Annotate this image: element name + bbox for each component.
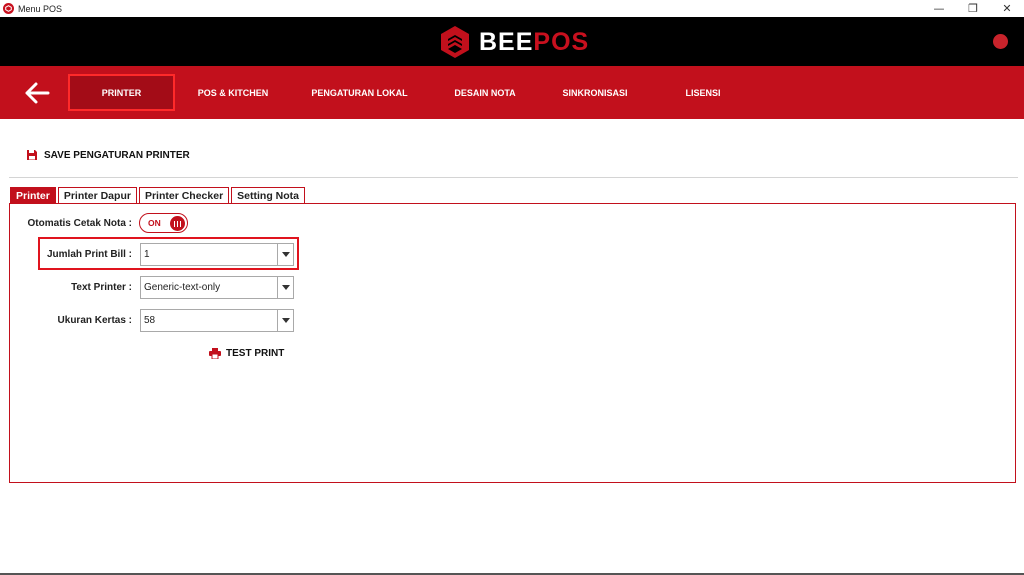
nav-printer[interactable]: PRINTER (68, 74, 175, 111)
text-printer-label: Text Printer : (71, 282, 132, 293)
arrow-left-icon (25, 82, 50, 104)
toggle-knob-icon (170, 216, 185, 231)
text-printer-value: Generic-text-only (144, 282, 221, 293)
beepos-logo: BEE POS (439, 24, 589, 60)
beepos-hexagon-icon (441, 26, 469, 58)
nav-pengaturan-lokal[interactable]: PENGATURAN LOKAL (301, 66, 418, 119)
chevron-down-icon[interactable] (277, 310, 293, 331)
nav-pos-kitchen[interactable]: POS & KITCHEN (187, 66, 279, 119)
save-settings-button[interactable]: SAVE PENGATURAN PRINTER (26, 149, 190, 161)
connection-status-dot[interactable] (993, 34, 1008, 49)
title-bar: Menu POS — ❐ ✕ (0, 0, 1024, 17)
text-printer-select[interactable]: Generic-text-only (140, 276, 294, 299)
chevron-down-icon[interactable] (277, 244, 293, 265)
nav-lisensi[interactable]: LISENSI (676, 66, 730, 119)
printer-icon (209, 348, 221, 359)
brand-name-part1: BEE (479, 27, 534, 56)
paper-size-select[interactable]: 58 (140, 309, 294, 332)
floppy-disk-icon (27, 150, 37, 160)
back-button[interactable] (22, 78, 52, 108)
test-print-button[interactable]: TEST PRINT (209, 348, 284, 359)
test-print-label: TEST PRINT (226, 348, 285, 359)
print-bill-count-label: Jumlah Print Bill : (46, 249, 132, 260)
restore-button[interactable]: ❐ (956, 0, 990, 17)
auto-print-toggle[interactable]: ON (139, 213, 188, 233)
minimize-button[interactable]: — (922, 0, 956, 17)
close-button[interactable]: ✕ (990, 0, 1024, 17)
settings-nav: PRINTER POS & KITCHEN PENGATURAN LOKAL D… (0, 66, 1024, 119)
window-title: Menu POS (18, 3, 63, 14)
app-window: Menu POS — ❐ ✕ BEE POS PRINTER POS & KITC (0, 0, 1024, 575)
save-settings-label: SAVE PENGATURAN PRINTER (44, 149, 190, 161)
brand-header: BEE POS (0, 17, 1024, 66)
section-divider (9, 177, 1018, 178)
printer-tabs: Printer Printer Dapur Printer Checker Se… (10, 187, 307, 204)
toggle-state-text: ON (148, 218, 161, 228)
nav-sinkronisasi[interactable]: SINKRONISASI (554, 66, 636, 119)
paper-size-value: 58 (144, 315, 156, 326)
tab-printer-dapur[interactable]: Printer Dapur (57, 187, 137, 204)
tab-printer-checker[interactable]: Printer Checker (138, 187, 230, 204)
app-logo-icon (3, 3, 14, 14)
nav-desain-nota[interactable]: DESAIN NOTA (446, 66, 524, 119)
tab-setting-nota[interactable]: Setting Nota (231, 187, 305, 204)
auto-print-label: Otomatis Cetak Nota : (27, 218, 132, 229)
print-bill-count-select[interactable]: 1 (140, 243, 294, 266)
brand-name-part2: POS (533, 27, 590, 56)
paper-size-label: Ukuran Kertas : (57, 315, 132, 326)
tab-printer[interactable]: Printer (10, 187, 56, 204)
window-controls: — ❐ ✕ (922, 0, 1024, 17)
print-bill-count-value: 1 (144, 249, 150, 260)
chevron-down-icon[interactable] (277, 277, 293, 298)
